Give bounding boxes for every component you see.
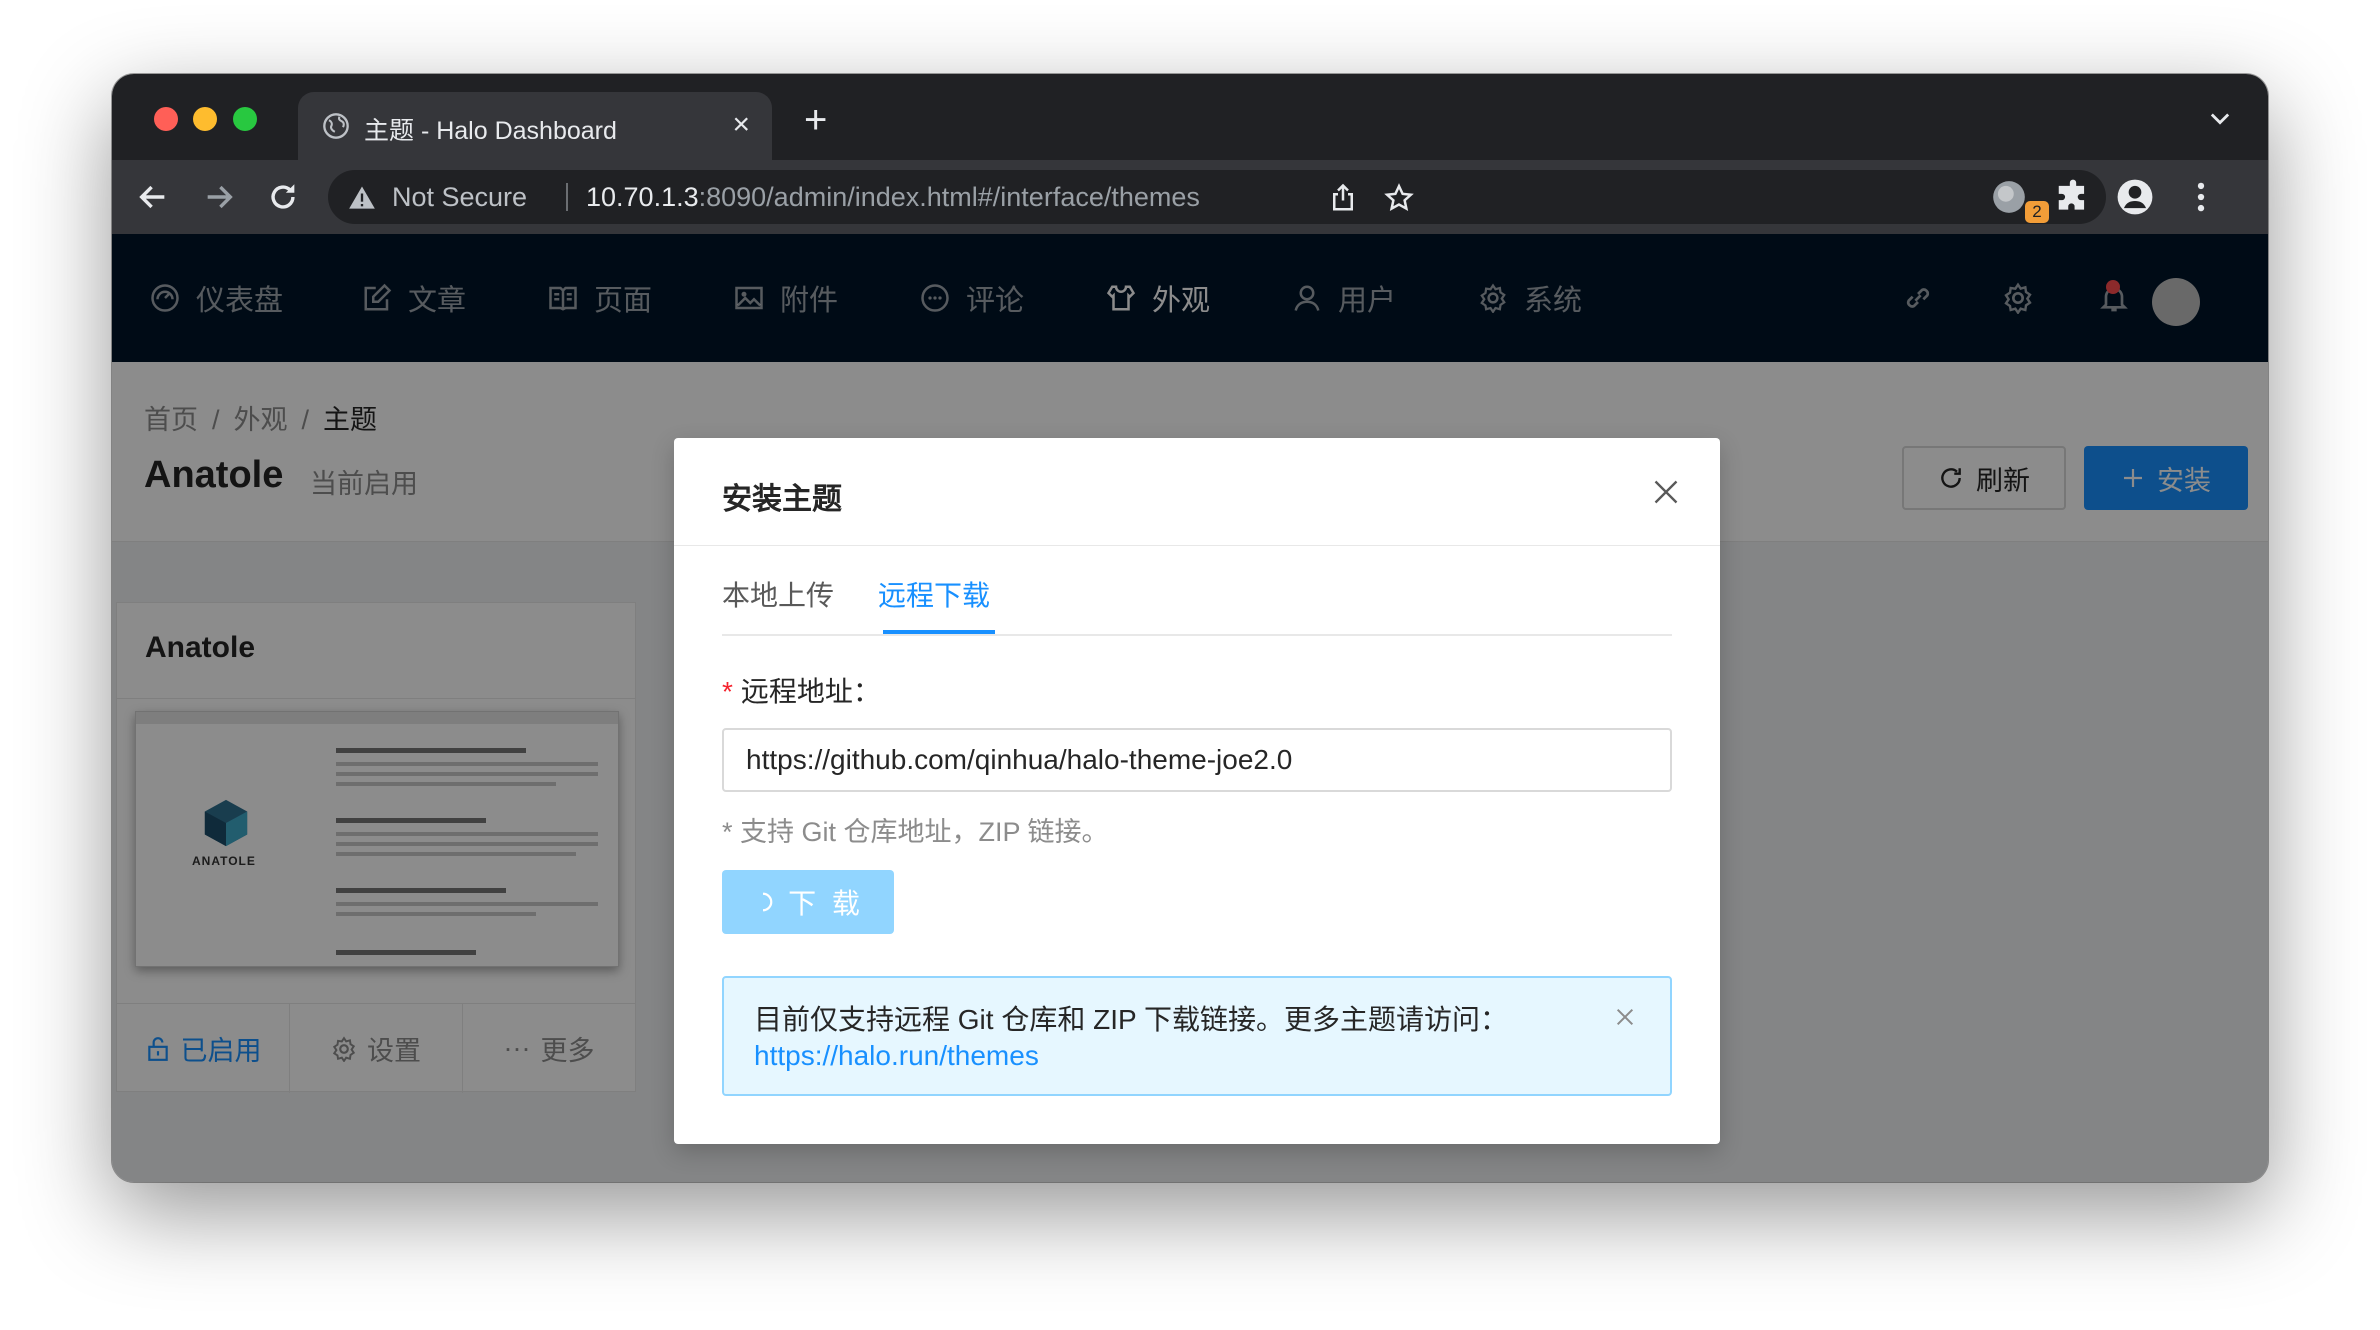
remote-url-label: * 远程地址： (722, 670, 881, 710)
install-theme-modal: 安装主题 本地上传 远程下载 *远程地址： * 支持 Git 仓库地址，ZIP … (674, 438, 1720, 1144)
browser-toolbar: Not Secure 10.70.1.3:8090/admin/index.ht… (112, 160, 2268, 234)
forward-arrow-icon[interactable] (202, 180, 236, 214)
share-icon[interactable] (1328, 183, 1358, 213)
tab-remote-download[interactable]: 远程下载 (878, 574, 990, 614)
minimize-window-button[interactable] (193, 107, 217, 131)
close-icon[interactable] (1652, 478, 1680, 506)
reload-icon[interactable] (266, 180, 300, 214)
security-label[interactable]: Not Secure (392, 182, 527, 213)
download-label: 下 载 (788, 888, 864, 919)
extension-circle-icon[interactable] (1990, 178, 2028, 216)
remote-url-input[interactable] (722, 728, 1672, 792)
remote-url-label-text: 远程地址： (740, 676, 881, 707)
tab-close-icon[interactable]: × (732, 110, 750, 140)
alert-close-icon[interactable] (1614, 1006, 1636, 1028)
globe-icon (323, 113, 349, 139)
info-alert: 目前仅支持远程 Git 仓库和 ZIP 下载链接。更多主题请访问： https:… (722, 976, 1672, 1096)
new-tab-button[interactable]: + (804, 100, 827, 140)
tab-title: 主题 - Halo Dashboard (364, 117, 617, 145)
browser-window: 主题 - Halo Dashboard × + Not Secure 10.70… (112, 74, 2268, 1182)
modal-header: 安装主题 (674, 438, 1720, 546)
alert-message: 目前仅支持远程 Git 仓库和 ZIP 下载链接。更多主题请访问： (754, 1004, 1508, 1035)
url-text[interactable]: 10.70.1.3:8090/admin/index.html#/interfa… (586, 182, 1200, 213)
url-path: :8090/admin/index.html#/interface/themes (698, 182, 1200, 212)
profile-icon[interactable] (2116, 178, 2154, 216)
url-host: 10.70.1.3 (586, 182, 699, 212)
themes-link[interactable]: https://halo.run/themes (754, 1040, 1039, 1072)
close-window-button[interactable] (154, 107, 178, 131)
back-arrow-icon[interactable] (136, 180, 170, 214)
modal-title: 安装主题 (722, 483, 842, 516)
star-bookmark-icon[interactable] (1384, 183, 1414, 213)
remote-url-help: * 支持 Git 仓库地址，ZIP 链接。 (722, 817, 1109, 847)
modal-tabs: 本地上传 远程下载 (722, 546, 1672, 636)
kebab-menu-icon[interactable] (2182, 178, 2220, 216)
puzzle-extensions-icon[interactable] (2054, 178, 2092, 216)
download-button[interactable]: 下 载 (722, 870, 894, 934)
omnibox-divider (566, 183, 568, 211)
loading-spinner-icon (762, 892, 773, 912)
extension-badge: 2 (2025, 201, 2049, 223)
browser-tab[interactable]: 主题 - Halo Dashboard × (298, 92, 772, 160)
address-bar[interactable]: Not Secure 10.70.1.3:8090/admin/index.ht… (328, 170, 2106, 224)
maximize-window-button[interactable] (233, 107, 257, 131)
required-mark: * (722, 676, 733, 707)
chevron-down-icon[interactable] (2206, 104, 2234, 132)
warning-icon[interactable] (348, 184, 376, 210)
tab-local-upload[interactable]: 本地上传 (722, 574, 834, 614)
tab-strip: 主题 - Halo Dashboard × + (112, 74, 2268, 160)
tab-active-indicator (883, 630, 995, 634)
